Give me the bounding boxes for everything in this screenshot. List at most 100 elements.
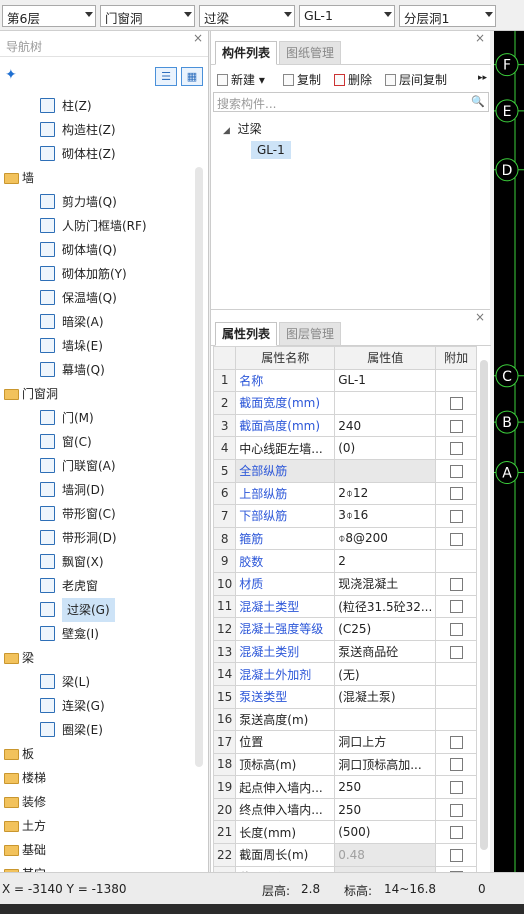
- nav-category[interactable]: 墙: [0, 166, 195, 190]
- nav-category[interactable]: 梁: [0, 646, 195, 670]
- nav-item[interactable]: 连梁(G): [0, 694, 195, 718]
- property-row[interactable]: 1 名称 GL-1: [212, 368, 477, 393]
- property-row[interactable]: 21 长度(mm) (500): [212, 820, 477, 845]
- copy-button[interactable]: 复制: [283, 71, 321, 88]
- property-value[interactable]: 240: [334, 413, 437, 438]
- extra-checkbox[interactable]: [449, 600, 463, 614]
- property-value[interactable]: [334, 458, 437, 483]
- property-value[interactable]: (0): [334, 436, 437, 460]
- floor-select[interactable]: 第6层: [2, 5, 96, 27]
- type-select[interactable]: 过梁: [199, 5, 295, 27]
- nav-item[interactable]: 飘窗(X): [0, 550, 195, 574]
- nav-item[interactable]: 圈梁(E): [0, 718, 195, 742]
- nav-category[interactable]: 土方: [0, 814, 195, 838]
- nav-item[interactable]: 构造柱(Z): [0, 118, 195, 142]
- nav-scrollbar[interactable]: [195, 167, 203, 767]
- more-icon[interactable]: ▸▸: [478, 73, 487, 83]
- extra-checkbox[interactable]: [449, 396, 463, 410]
- extra-checkbox[interactable]: [449, 645, 463, 659]
- property-value[interactable]: 250: [334, 797, 437, 822]
- nav-item[interactable]: 人防门框墙(RF): [0, 214, 195, 238]
- extra-checkbox[interactable]: [449, 419, 463, 433]
- property-value[interactable]: (无): [334, 662, 437, 686]
- property-value[interactable]: (C25): [334, 617, 437, 641]
- extra-checkbox[interactable]: [449, 442, 463, 456]
- tab-drawing-manage[interactable]: 图纸管理: [279, 41, 342, 65]
- extra-checkbox[interactable]: [449, 464, 463, 478]
- tab-property-list[interactable]: 属性列表: [215, 322, 278, 346]
- property-value[interactable]: GL-1: [334, 368, 437, 393]
- extra-checkbox[interactable]: [449, 735, 463, 749]
- tab-layer-manage[interactable]: 图层管理: [279, 322, 342, 346]
- nav-category[interactable]: 板: [0, 742, 195, 766]
- property-row[interactable]: 20 终点伸入墙内... 250: [212, 797, 477, 822]
- drawing-canvas[interactable]: F E D C B A: [494, 31, 524, 872]
- tree-root-node[interactable]: ◢ 过梁: [223, 120, 262, 137]
- nav-item[interactable]: 砌体墙(Q): [0, 238, 195, 262]
- extra-checkbox[interactable]: [449, 577, 463, 591]
- property-row[interactable]: 4 中心线距左墙... (0): [212, 436, 477, 460]
- list-view-icon[interactable]: ☰: [155, 67, 177, 86]
- property-value[interactable]: (500): [334, 820, 437, 845]
- nav-item[interactable]: 柱(Z): [0, 94, 195, 118]
- nav-item[interactable]: 墙垛(E): [0, 334, 195, 358]
- property-row[interactable]: 22 截面周长(m) 0.48: [212, 843, 477, 867]
- nav-category[interactable]: 基础: [0, 838, 195, 862]
- property-value[interactable]: 泵送商品砼: [334, 639, 437, 664]
- nav-item[interactable]: 窗(C): [0, 430, 195, 454]
- nav-item[interactable]: 过梁(G): [0, 598, 195, 622]
- property-row[interactable]: 15 泵送类型 (混凝土泵): [212, 684, 477, 709]
- component-select[interactable]: GL-1: [299, 5, 395, 27]
- category-select[interactable]: 门窗洞: [100, 5, 195, 27]
- property-row[interactable]: 3 截面高度(mm) 240: [212, 413, 477, 438]
- nav-item[interactable]: 剪力墙(Q): [0, 190, 195, 214]
- nav-category[interactable]: 楼梯: [0, 766, 195, 790]
- tab-component-list[interactable]: 构件列表: [215, 41, 278, 65]
- property-row[interactable]: 16 泵送高度(m): [212, 707, 477, 732]
- nav-item[interactable]: 墙洞(D): [0, 478, 195, 502]
- nav-category[interactable]: 装修: [0, 790, 195, 814]
- extra-checkbox[interactable]: [449, 532, 463, 546]
- search-icon[interactable]: 🔍: [471, 95, 485, 108]
- delete-button[interactable]: 删除: [334, 71, 372, 88]
- component-search-input[interactable]: 搜索构件... 🔍: [213, 92, 489, 112]
- nav-item[interactable]: 砌体柱(Z): [0, 142, 195, 166]
- nav-item[interactable]: 老虎窗: [0, 574, 195, 598]
- nav-item[interactable]: 幕墙(Q): [0, 358, 195, 382]
- property-row[interactable]: 2 截面宽度(mm): [212, 391, 477, 415]
- close-icon[interactable]: ×: [193, 31, 203, 45]
- property-row[interactable]: 14 混凝土外加剂 (无): [212, 662, 477, 686]
- property-value[interactable]: (粒径31.5砼32...: [334, 594, 437, 619]
- nav-item[interactable]: 壁龛(I): [0, 622, 195, 646]
- property-value[interactable]: (混凝土泵): [334, 684, 437, 709]
- nav-item[interactable]: 暗梁(A): [0, 310, 195, 334]
- new-button[interactable]: 新建 ▾: [217, 71, 265, 88]
- property-value[interactable]: 2: [334, 549, 437, 573]
- property-scrollbar[interactable]: [480, 360, 488, 850]
- property-row[interactable]: 19 起点伸入墙内... 250: [212, 775, 477, 799]
- property-value[interactable]: 现浇混凝土: [334, 571, 437, 596]
- property-value[interactable]: 2⌽12: [334, 481, 437, 506]
- extra-checkbox[interactable]: [449, 848, 463, 862]
- nav-item[interactable]: 门联窗(A): [0, 454, 195, 478]
- nav-item[interactable]: 砌体加筋(Y): [0, 262, 195, 286]
- property-row[interactable]: 8 箍筋 ⌽8@200: [212, 526, 477, 551]
- property-row[interactable]: 17 位置 洞口上方: [212, 730, 477, 754]
- nav-item[interactable]: 带形洞(D): [0, 526, 195, 550]
- extra-checkbox[interactable]: [449, 803, 463, 817]
- floor-copy-button[interactable]: 层间复制: [385, 71, 447, 88]
- property-value[interactable]: [334, 707, 437, 732]
- property-row[interactable]: 18 顶标高(m) 洞口顶标高加...: [212, 752, 477, 777]
- property-row[interactable]: 6 上部纵筋 2⌽12: [212, 481, 477, 506]
- property-row[interactable]: 12 混凝土强度等级 (C25): [212, 617, 477, 641]
- property-row[interactable]: 9 胶数 2: [212, 549, 477, 573]
- nav-item[interactable]: 门(M): [0, 406, 195, 430]
- property-value[interactable]: [334, 391, 437, 415]
- property-row[interactable]: 13 混凝土类别 泵送商品砼: [212, 639, 477, 664]
- sparkle-add-icon[interactable]: ✦: [5, 67, 17, 83]
- tree-child-node[interactable]: GL-1: [251, 141, 291, 159]
- extra-checkbox[interactable]: [449, 509, 463, 523]
- extra-checkbox[interactable]: [449, 781, 463, 795]
- icon-view-icon[interactable]: ▦: [181, 67, 203, 86]
- nav-category[interactable]: 门窗洞: [0, 382, 195, 406]
